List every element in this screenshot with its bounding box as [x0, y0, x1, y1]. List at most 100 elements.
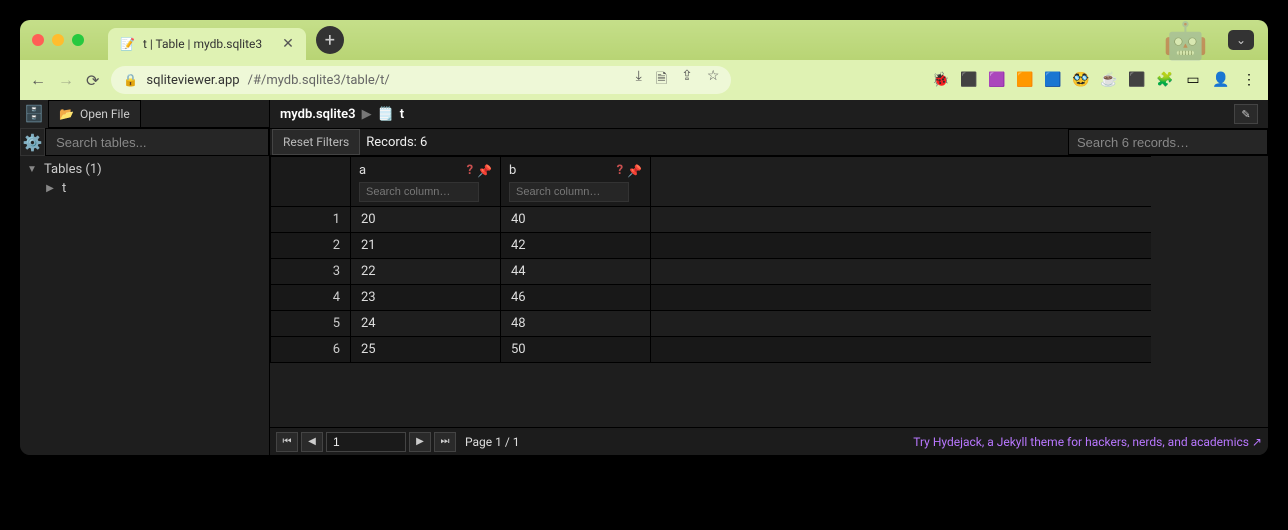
table-toolbar: Reset Filters Records: 6 [270, 128, 1268, 156]
row-number-cell: 1 [271, 207, 351, 233]
window-close-button[interactable] [32, 34, 44, 46]
nav-reload-button[interactable]: ⟳ [86, 71, 99, 90]
browser-tab[interactable]: 📝 t | Table | mydb.sqlite3 ✕ [108, 28, 306, 60]
android-deco-icon: 🤖 [1163, 20, 1208, 62]
search-tables-input[interactable] [45, 128, 269, 156]
table-row[interactable]: 32244 [271, 259, 1151, 285]
cell[interactable]: 23 [351, 285, 501, 311]
row-number-cell: 2 [271, 233, 351, 259]
traffic-lights [32, 34, 84, 46]
extensions-puzzle-icon[interactable]: 🧩 [1156, 71, 1174, 89]
nullable-icon[interactable]: ? [617, 163, 623, 178]
app-logo-icon[interactable]: 🗄️ [20, 100, 48, 128]
table-row[interactable]: 52448 [271, 311, 1151, 337]
row-number-header [271, 157, 351, 207]
column-name: b [509, 163, 617, 178]
folder-open-icon: 📂 [59, 107, 74, 121]
page-number-input[interactable] [326, 432, 406, 452]
column-header[interactable]: a ? 📌 [351, 157, 501, 207]
sidebar-top: 🗄️ 📂 Open File [20, 100, 269, 128]
window-minimize-button[interactable] [52, 34, 64, 46]
cell[interactable]: 42 [501, 233, 651, 259]
column-search-input[interactable] [509, 182, 629, 202]
install-app-icon[interactable]: ⤓ [636, 68, 642, 92]
cell[interactable]: 44 [501, 259, 651, 285]
row-number-cell: 3 [271, 259, 351, 285]
extension-icon[interactable]: 🟦 [1044, 71, 1062, 89]
tab-close-icon[interactable]: ✕ [282, 37, 294, 51]
tables-tree: ▼ Tables (1) ▶ t [20, 156, 269, 202]
profile-avatar-icon[interactable]: 👤 [1212, 71, 1230, 89]
pager-first-button[interactable]: ⏮ [276, 432, 298, 452]
sidebar: 🗄️ 📂 Open File ⚙️ ▼ Tables (1) ▶ t [20, 100, 270, 455]
pager-next-button[interactable]: ▶ [409, 432, 431, 452]
window-maximize-button[interactable] [72, 34, 84, 46]
cell[interactable]: 21 [351, 233, 501, 259]
cell[interactable]: 50 [501, 337, 651, 363]
breadcrumb: mydb.sqlite3 ▶ 🗒️ t ✎ [270, 100, 1268, 128]
search-records-input[interactable] [1068, 129, 1268, 155]
row-number-cell: 4 [271, 285, 351, 311]
pager-last-button[interactable]: ⏭ [434, 432, 456, 452]
app-root: 🗄️ 📂 Open File ⚙️ ▼ Tables (1) ▶ t [20, 100, 1268, 455]
cell[interactable]: 48 [501, 311, 651, 337]
browser-menu-icon[interactable]: ⋮ [1240, 71, 1258, 89]
table-grid: a ? 📌 b [270, 156, 1268, 427]
tab-favicon: 📝 [120, 37, 135, 51]
tab-overflow-button[interactable]: ⌄ [1228, 30, 1254, 50]
cell[interactable]: 22 [351, 259, 501, 285]
chevron-down-icon: ▼ [26, 164, 38, 175]
column-name: a [359, 163, 467, 178]
main: mydb.sqlite3 ▶ 🗒️ t ✎ Reset Filters Reco… [270, 100, 1268, 455]
extension-icon[interactable]: 🟧 [1016, 71, 1034, 89]
cell[interactable]: 46 [501, 285, 651, 311]
pager-prev-button[interactable]: ◀ [301, 432, 323, 452]
table-row[interactable]: 62550 [271, 337, 1151, 363]
extension-icon[interactable]: ⬛ [960, 71, 978, 89]
cell[interactable]: 24 [351, 311, 501, 337]
extension-icon[interactable]: 🟪 [988, 71, 1006, 89]
cell-filler [651, 207, 1151, 233]
promo-link-wrapper: Try Hydejack, a Jekyll theme for hackers… [913, 435, 1262, 449]
tree-item[interactable]: ▶ t [26, 179, 263, 198]
nav-forward-button[interactable]: → [58, 70, 74, 90]
extensions-row: 🐞 ⬛ 🟪 🟧 🟦 🥸 ☕ ⬛ 🧩 ▭ 👤 ⋮ [932, 71, 1258, 89]
tree-header-label: Tables (1) [44, 162, 102, 177]
cell[interactable]: 20 [351, 207, 501, 233]
cell-filler [651, 337, 1151, 363]
open-file-label: Open File [80, 107, 130, 121]
table-row[interactable]: 12040 [271, 207, 1151, 233]
page-info: Page 1 / 1 [465, 435, 520, 449]
extension-manager-icon[interactable]: ⚙️ [20, 128, 45, 156]
nullable-icon[interactable]: ? [467, 163, 473, 178]
extension-icon[interactable]: ⬛ [1128, 71, 1146, 89]
extension-icon[interactable]: 🥸 [1072, 71, 1090, 89]
column-header[interactable]: b ? 📌 [501, 157, 651, 207]
reset-filters-button[interactable]: Reset Filters [272, 129, 360, 155]
extension-icon[interactable]: ▭ [1184, 71, 1202, 89]
cell-filler [651, 311, 1151, 337]
extension-icon[interactable]: ☕ [1100, 71, 1118, 89]
row-number-cell: 5 [271, 311, 351, 337]
address-input-wrapper[interactable]: 🔒 sqliteviewer.app/#/mydb.sqlite3/table/… [111, 66, 731, 94]
tree-header[interactable]: ▼ Tables (1) [26, 160, 263, 179]
edit-toggle-button[interactable]: ✎ [1234, 104, 1258, 124]
promo-link[interactable]: Try Hydejack, a Jekyll theme for hackers… [913, 435, 1262, 449]
new-tab-button[interactable]: + [316, 26, 344, 54]
cell-filler [651, 285, 1151, 311]
bookmark-icon[interactable]: ☆ [707, 68, 720, 92]
cell[interactable]: 25 [351, 337, 501, 363]
page-icon[interactable]: 🗎 [656, 68, 667, 92]
share-icon[interactable]: ⇪ [681, 68, 693, 92]
cell[interactable]: 40 [501, 207, 651, 233]
table-row[interactable]: 42346 [271, 285, 1151, 311]
nav-back-button[interactable]: ← [30, 70, 46, 90]
table-row[interactable]: 22142 [271, 233, 1151, 259]
lock-icon: 🔒 [123, 73, 138, 87]
pin-icon[interactable]: 📌 [477, 164, 492, 178]
column-search-input[interactable] [359, 182, 479, 202]
browser-address-bar: ← → ⟳ 🔒 sqliteviewer.app/#/mydb.sqlite3/… [20, 60, 1268, 100]
open-file-button[interactable]: 📂 Open File [48, 100, 141, 128]
extension-icon[interactable]: 🐞 [932, 71, 950, 89]
pin-icon[interactable]: 📌 [627, 164, 642, 178]
